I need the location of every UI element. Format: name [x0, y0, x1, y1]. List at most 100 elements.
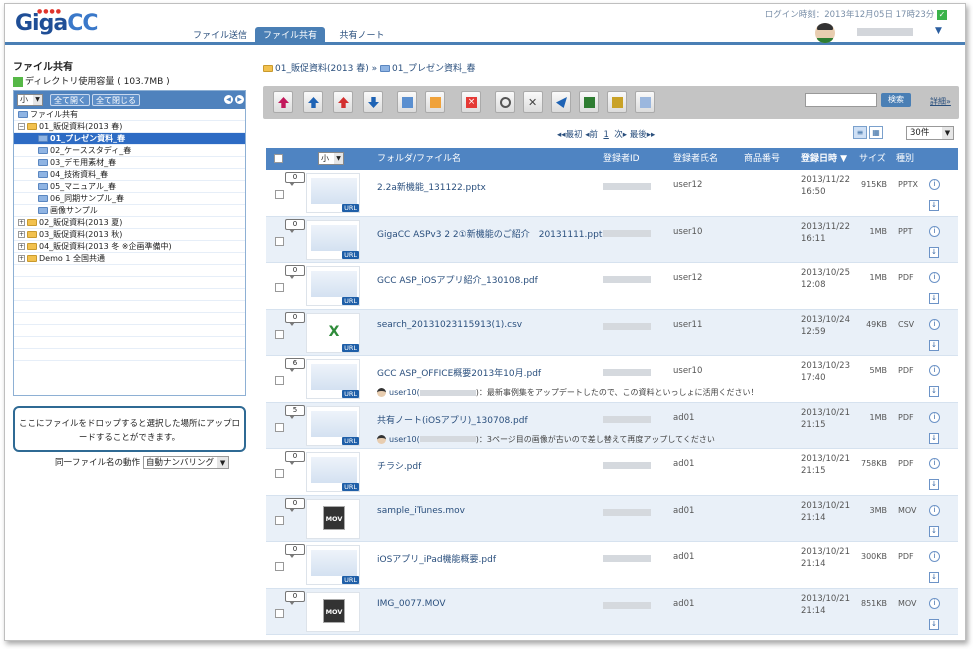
send-button[interactable] [551, 91, 571, 113]
row-checkbox[interactable] [275, 376, 284, 385]
prev-page-link[interactable]: ◂前 [585, 130, 598, 140]
select-all-checkbox[interactable] [274, 154, 283, 163]
col-product[interactable]: 商品番号 [744, 148, 780, 170]
table-row[interactable]: 0 URL GigaCC ASPv3 2 2①新機能のご紹介 20131111.pp… [266, 216, 958, 263]
file-thumbnail[interactable]: URL [306, 359, 360, 399]
table-row[interactable]: 0 X URL search_20131023115913(1).csv user11 2… [266, 309, 958, 356]
file-name-link[interactable]: search_20131023115913(1).csv [377, 320, 522, 330]
mail-button[interactable] [635, 91, 655, 113]
download-icon[interactable]: ↓ [929, 572, 939, 583]
table-row[interactable]: 0 URL GCC ASP_iOSアプリ紹介_130108.pdf user12 201… [266, 263, 958, 310]
file-name-link[interactable]: iOSアプリ_iPad機能概要.pdf [377, 552, 496, 565]
row-checkbox[interactable] [275, 190, 284, 199]
comment-count[interactable]: 0 [285, 311, 305, 326]
file-name-link[interactable]: 共有ノート(iOSアプリ)_130708.pdf [377, 413, 528, 426]
file-thumbnail[interactable]: URL [306, 405, 360, 446]
url-badge[interactable]: URL [342, 204, 359, 212]
avatar[interactable] [815, 23, 835, 43]
tree-item[interactable]: 04_技術資料_春 [14, 169, 245, 181]
file-name-link[interactable]: sample_iTunes.mov [377, 506, 465, 516]
download-icon[interactable]: ↓ [929, 200, 939, 211]
search-input[interactable] [805, 93, 877, 107]
col-date[interactable]: 登録日時 ▼ [801, 148, 847, 170]
url-badge[interactable]: URL [342, 297, 359, 305]
row-checkbox[interactable] [275, 283, 284, 292]
table-row[interactable]: 0 URL iOSアプリ_iPad機能概要.pdf ad01 2013/10/21 21:… [266, 542, 958, 589]
settings-button[interactable]: ✕ [523, 91, 543, 113]
tree-item[interactable]: 03_デモ用素材_春 [14, 157, 245, 169]
comment-count[interactable]: 0 [285, 590, 305, 605]
col-name[interactable]: フォルダ/ファイル名 [377, 148, 461, 170]
url-badge[interactable]: URL [342, 343, 359, 352]
tab-shared-note[interactable]: 共有ノート [333, 27, 391, 45]
username[interactable] [857, 28, 913, 36]
list-view-icon[interactable]: ≡ [853, 126, 867, 139]
page-number[interactable]: 1 [603, 130, 608, 140]
download-icon[interactable]: ↓ [929, 432, 939, 444]
collapse-all-button[interactable]: 全て閉じる [92, 94, 140, 106]
table-row[interactable]: 0 MOV IMG_0077.MOV ad01 2013/10/21 21:14 851KB… [266, 588, 958, 635]
download-icon[interactable]: ↓ [929, 525, 939, 537]
bulk-upload-button[interactable] [303, 91, 323, 113]
url-badge[interactable]: URL [342, 576, 359, 584]
file-name-link[interactable]: 2.2a新機能_131122.pptx [377, 180, 486, 193]
notify-button[interactable] [495, 91, 515, 113]
file-thumbnail[interactable]: MOV [306, 498, 360, 539]
row-checkbox[interactable] [275, 562, 284, 571]
comment-count[interactable]: 0 [285, 544, 305, 558]
download-icon[interactable]: ↓ [929, 246, 939, 258]
comment-count[interactable]: 0 [285, 451, 305, 465]
file-name-link[interactable]: GCC ASP_iOSアプリ紹介_130108.pdf [377, 273, 538, 286]
row-checkbox[interactable] [275, 469, 284, 478]
comment-count[interactable]: 0 [285, 172, 305, 186]
table-row[interactable]: 0 MOV sample_iTunes.mov ad01 2013/10/21 21:14… [266, 495, 958, 542]
table-row[interactable]: 5 URL 共有ノート(iOSアプリ)_130708.pdf ad01 2013/10/… [266, 402, 958, 449]
info-icon[interactable]: i [929, 411, 940, 423]
grid-view-icon[interactable]: ▦ [869, 126, 883, 139]
tree-expander-icon[interactable]: + [18, 255, 25, 262]
download-button[interactable] [363, 91, 383, 113]
comment-count[interactable]: 6 [285, 358, 305, 372]
tree-item[interactable]: 02_ケーススタディ_春 [14, 145, 245, 157]
tree-expander-icon[interactable]: + [18, 219, 25, 226]
info-icon[interactable]: i [929, 318, 940, 330]
info-icon[interactable]: i [929, 225, 940, 237]
download-icon[interactable]: ↓ [929, 293, 939, 304]
upload-button[interactable] [273, 91, 293, 113]
info-icon[interactable]: i [929, 458, 940, 469]
file-name-link[interactable]: GCC ASP_OFFICE概要2013年10月.pdf [377, 366, 541, 379]
url-badge[interactable]: URL [342, 483, 359, 491]
comment-count[interactable]: 0 [285, 218, 305, 233]
file-name-link[interactable]: GigaCC ASPv3 2 2①新機能のご紹介 20131111.ppt [377, 227, 602, 240]
delete-button[interactable]: × [461, 91, 481, 113]
tree-item[interactable]: 05_マニュアル_春 [14, 181, 245, 193]
file-name-link[interactable]: チラシ.pdf [377, 459, 421, 472]
thumb-size-select[interactable]: 小 ▼ [318, 152, 344, 165]
detail-search-link[interactable]: 詳細» [930, 96, 951, 107]
drop-zone[interactable]: ここにファイルをドロップすると選択した場所にアップロードすることができます。 [13, 406, 246, 452]
row-checkbox[interactable] [275, 422, 284, 432]
info-icon[interactable]: i [929, 179, 940, 190]
tag-button[interactable] [607, 91, 627, 113]
tree-item[interactable]: 06_同期サンプル_春 [14, 193, 245, 205]
file-thumbnail[interactable]: URL [306, 452, 360, 492]
next-page-link[interactable]: 次▸ [614, 130, 627, 140]
breadcrumb-parent[interactable]: 01_販促資料(2013 春) [275, 64, 369, 74]
tree-expander-icon[interactable]: + [18, 243, 25, 250]
url-button[interactable] [579, 91, 599, 113]
duplicate-select[interactable]: 自動ナンバリング ▼ [143, 456, 230, 469]
tree-item[interactable]: 01_プレゼン資料_春 [14, 133, 245, 145]
new-folder-button[interactable] [397, 91, 417, 113]
tab-file-send[interactable]: ファイル送信 [189, 27, 251, 45]
row-checkbox[interactable] [275, 515, 284, 525]
tab-file-share[interactable]: ファイル共有 [255, 27, 325, 45]
info-icon[interactable]: i [929, 597, 940, 609]
comment-count[interactable]: 0 [285, 497, 305, 512]
per-page-select[interactable]: 30件 ▼ [906, 126, 954, 140]
download-icon[interactable]: ↓ [929, 479, 939, 490]
file-thumbnail[interactable]: URL [306, 545, 360, 585]
prev-icon[interactable]: ◀ [224, 95, 233, 104]
table-row[interactable]: 0 URL 2.2a新機能_131122.pptx user12 2013/11/22 1… [266, 170, 958, 217]
move-up-button[interactable] [333, 91, 353, 113]
info-icon[interactable]: i [929, 551, 940, 562]
